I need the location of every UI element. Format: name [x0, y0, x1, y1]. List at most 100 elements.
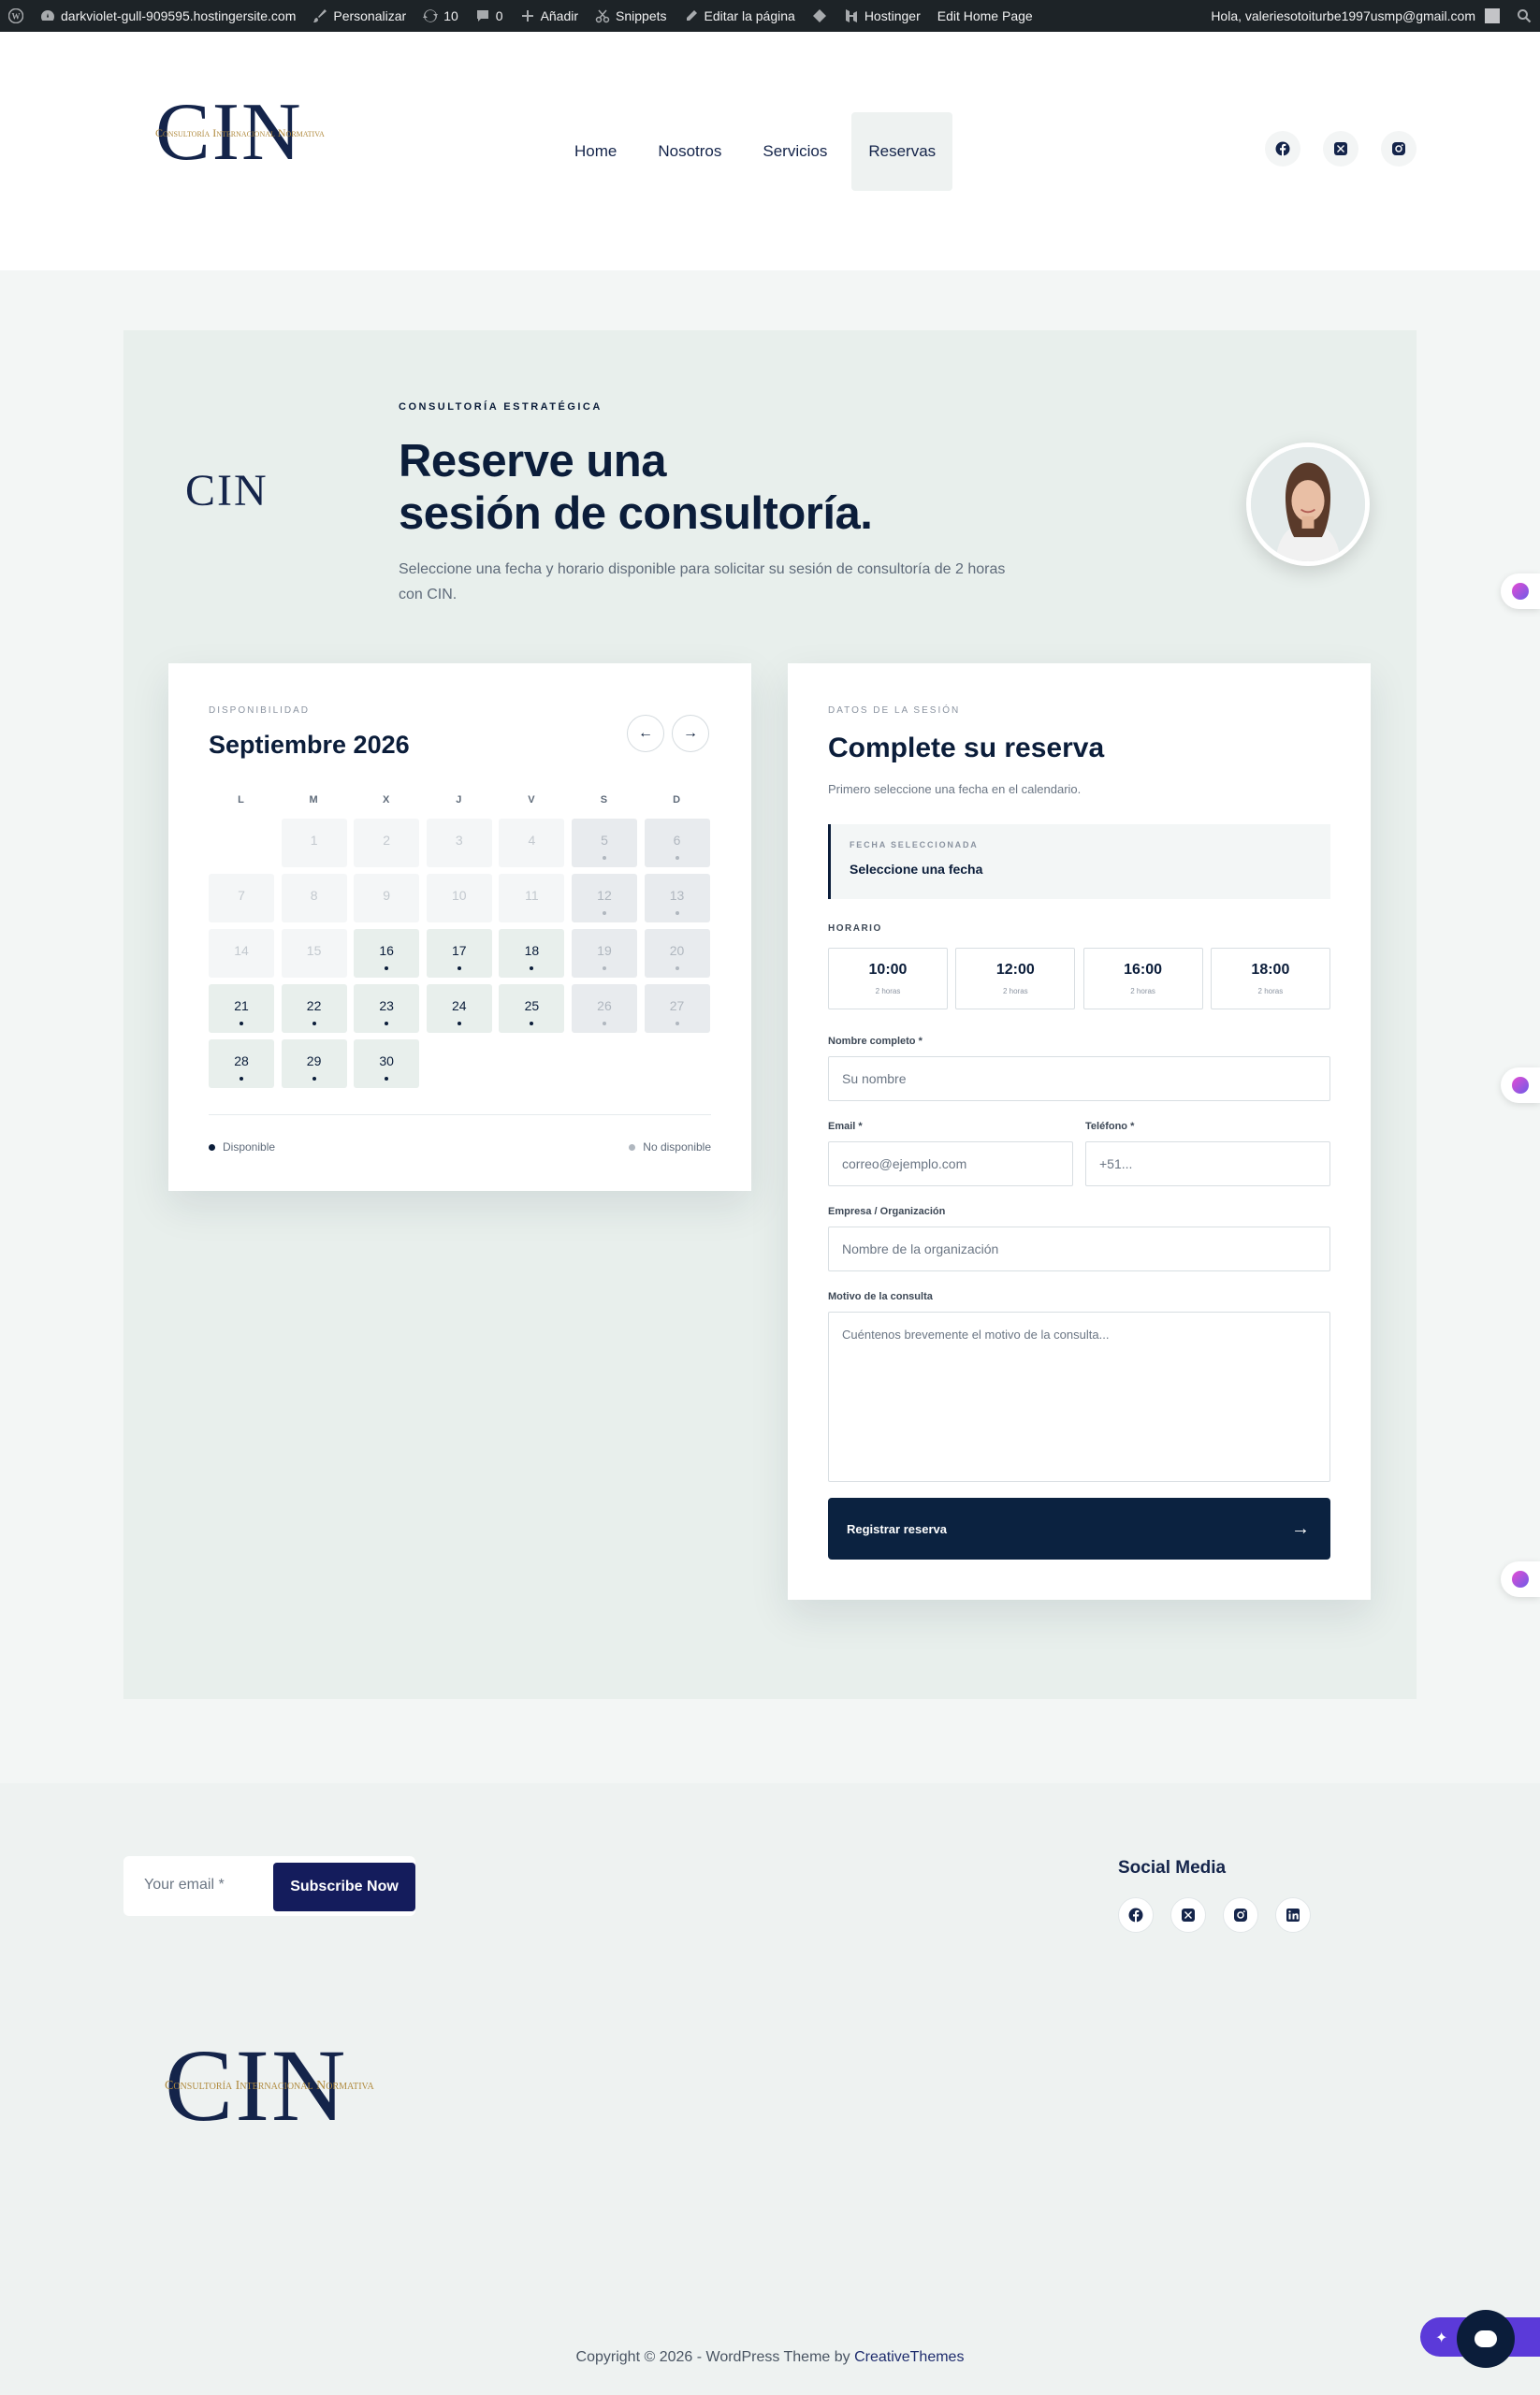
calendar-day[interactable]: 17 [426, 929, 492, 978]
time-slot[interactable]: 10:00 2 horas [828, 948, 948, 1009]
admin-comments-link[interactable]: 0 [467, 0, 512, 32]
calendar-day[interactable]: 28 [209, 1039, 274, 1088]
calendar-day: 5 [571, 819, 637, 867]
availability-dot-icon [312, 1077, 316, 1081]
organization-field[interactable]: Nombre de la organización [828, 1227, 1330, 1271]
admin-customize-link[interactable]: Personalizar [304, 0, 414, 32]
admin-search-button[interactable] [1508, 0, 1540, 32]
selected-date-value: Seleccione una fecha [850, 862, 983, 877]
reason-label: Motivo de la consulta [828, 1291, 933, 1302]
calendar-day[interactable]: 23 [354, 984, 420, 1033]
calendar-day-number: 4 [528, 833, 536, 848]
dashboard-icon [41, 10, 54, 21]
calendar-day-number: 3 [455, 833, 463, 848]
calendar-day[interactable]: 18 [499, 929, 565, 978]
calendar-day-number: 25 [524, 998, 540, 1013]
admin-edit-page-link[interactable]: Editar la página [676, 0, 804, 32]
legend-unavailable: No disponible [629, 1140, 711, 1154]
admin-site-link[interactable]: darkviolet-gull-909595.hostingersite.com [32, 0, 304, 32]
weekday-label: V [528, 794, 536, 806]
admin-edit-home-link[interactable]: Edit Home Page [929, 0, 1041, 32]
available-dot-icon [209, 1143, 215, 1151]
form-eyebrow: DATOS DE LA SESIÓN [828, 705, 961, 716]
calendar-day[interactable]: 22 [281, 984, 347, 1033]
availability-dot-icon [385, 966, 389, 970]
calendar-day: 19 [571, 929, 637, 978]
calendar-day-number: 1 [310, 833, 318, 848]
footer-logo[interactable]: CIN Consultoría Internacional Normativa [165, 2034, 374, 2137]
name-label: Nombre completo * [828, 1036, 923, 1047]
availability-dot-icon [675, 1022, 679, 1025]
calendar-day: 26 [571, 984, 637, 1033]
calendar-day: 7 [209, 874, 274, 922]
calendar-day-number: 28 [234, 1053, 249, 1068]
calendar-day[interactable]: 24 [426, 984, 492, 1033]
time-slot[interactable]: 16:00 2 horas [1082, 948, 1203, 1009]
time-slot[interactable]: 12:00 2 horas [955, 948, 1076, 1009]
newsletter-email-input[interactable]: Your email * [144, 1877, 225, 1894]
calendar-day[interactable]: 30 [354, 1039, 420, 1088]
availability-dot-icon [675, 966, 679, 970]
calendar-day[interactable]: 29 [281, 1039, 347, 1088]
subscribe-button[interactable]: Subscribe Now [273, 1863, 415, 1911]
weekday-label: J [456, 794, 463, 806]
chat-button[interactable] [1457, 2310, 1515, 2368]
prev-month-button[interactable]: ← [627, 715, 664, 752]
admin-updates-link[interactable]: 10 [414, 0, 467, 32]
time-slot[interactable]: 18:00 2 horas [1210, 948, 1330, 1009]
calendar-day[interactable]: 25 [499, 984, 565, 1033]
email-field[interactable]: correo@ejemplo.com [828, 1141, 1073, 1186]
x-twitter-icon[interactable] [1170, 1897, 1206, 1933]
instagram-icon[interactable] [1223, 1897, 1258, 1933]
weekday-label: D [673, 794, 682, 806]
wordpress-logo-icon[interactable]: W [0, 0, 32, 32]
ai-assistant-tab[interactable] [1501, 573, 1540, 609]
nav-nosotros[interactable]: Nosotros [641, 112, 738, 191]
reason-textarea[interactable]: Cuéntenos brevemente el motivo de la con… [828, 1312, 1330, 1482]
calendar-day: 3 [426, 819, 492, 867]
name-field[interactable]: Su nombre [828, 1056, 1330, 1101]
nav-home[interactable]: Home [558, 112, 633, 191]
facebook-icon[interactable] [1118, 1897, 1154, 1933]
calendar-day-number: 23 [379, 998, 394, 1013]
ai-assistant-tab[interactable] [1501, 1561, 1540, 1597]
phone-field[interactable]: +51... [1085, 1141, 1330, 1186]
comment-icon [476, 10, 488, 22]
hostinger-icon [845, 9, 857, 22]
linkedin-icon[interactable] [1275, 1897, 1311, 1933]
calendar-day[interactable]: 21 [209, 984, 274, 1033]
next-month-button[interactable]: → [672, 715, 709, 752]
calendar-day-number: 17 [451, 943, 467, 958]
site-header: CIN Consultoría Internacional Normativa … [0, 32, 1540, 270]
calendar-day: 20 [644, 929, 710, 978]
ai-assistant-tab[interactable] [1501, 1067, 1540, 1103]
creativethemes-link[interactable]: CreativeThemes [854, 2349, 964, 2365]
availability-dot-icon [240, 1077, 243, 1081]
nav-reservas[interactable]: Reservas [851, 112, 953, 191]
admin-add-new-link[interactable]: Añadir [512, 0, 587, 32]
availability-dot-icon [385, 1077, 389, 1081]
x-twitter-icon[interactable] [1323, 131, 1358, 167]
calendar-day-number: 13 [669, 888, 685, 903]
admin-account-link[interactable]: Hola, valeriesotoiturbe1997usmp@gmail.co… [1202, 0, 1508, 32]
submit-reservation-button[interactable]: Registrar reserva → [828, 1498, 1330, 1560]
calendar-day: 4 [499, 819, 565, 867]
calendar-day: 2 [354, 819, 420, 867]
facebook-icon[interactable] [1265, 131, 1300, 167]
horario-label: HORARIO [828, 923, 882, 934]
nav-servicios[interactable]: Servicios [746, 112, 844, 191]
plus-icon [521, 10, 533, 22]
calendar-day-number: 29 [306, 1053, 322, 1068]
calendar-card: DISPONIBILIDAD Septiembre 2026 ← → L M X… [168, 663, 751, 1191]
admin-hostinger-link[interactable]: Hostinger [835, 0, 929, 32]
admin-diamond-link[interactable] [804, 0, 835, 32]
calendar-day[interactable]: 16 [354, 929, 420, 978]
calendar-day-number: 9 [383, 888, 391, 903]
instagram-icon[interactable] [1381, 131, 1417, 167]
arrow-right-icon: → [1291, 1517, 1310, 1539]
calendar-day-number: 10 [451, 888, 467, 903]
arrow-left-icon: ← [638, 725, 653, 741]
site-logo[interactable]: CIN Consultoría Internacional Normativa [155, 92, 325, 174]
calendar-day-number: 20 [669, 943, 685, 958]
admin-snippets-link[interactable]: Snippets [587, 0, 675, 32]
